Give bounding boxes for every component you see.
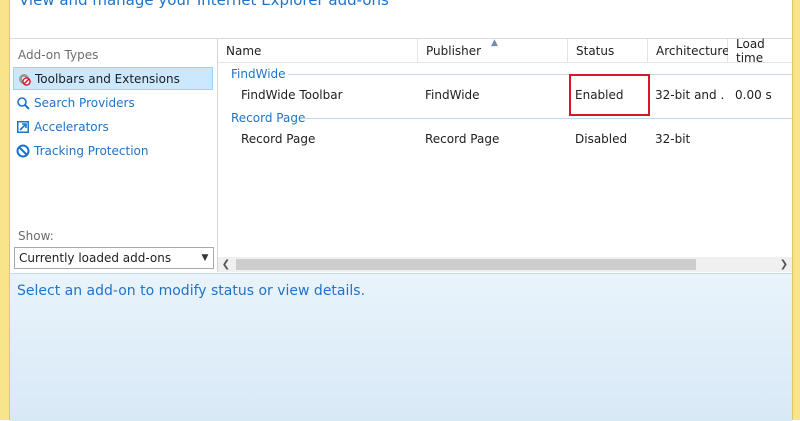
- column-header-label: Name: [226, 43, 262, 58]
- sidebar-item-label: Accelerators: [34, 119, 109, 134]
- addon-types-pane: Add-on Types Toolbars and Extensions Sea: [10, 39, 218, 272]
- sidebar-item-toolbars-and-extensions[interactable]: Toolbars and Extensions: [13, 67, 213, 90]
- table-row[interactable]: Record Page Record Page Disabled 32-bit: [218, 126, 792, 152]
- column-header-name[interactable]: Name: [218, 39, 418, 63]
- addon-types-heading: Add-on Types: [18, 48, 99, 62]
- column-header-label: Load time: [736, 36, 765, 65]
- addon-list: Name Publisher ▲ Status Architecture Loa…: [218, 36, 792, 272]
- group-label: FindWide: [231, 67, 286, 81]
- magnifier-icon: [16, 96, 30, 110]
- column-header-status[interactable]: Status: [568, 39, 648, 63]
- cell-load-time: 0.00 s: [735, 88, 772, 102]
- sidebar-item-label: Search Providers: [34, 95, 135, 110]
- details-pane: Select an add-on to modify status or vie…: [10, 273, 792, 421]
- sort-ascending-icon: ▲: [491, 38, 498, 48]
- sidebar-item-tracking-protection[interactable]: Tracking Protection: [13, 139, 213, 162]
- show-filter-select[interactable]: Currently loaded add-ons ▼: [14, 247, 214, 269]
- group-divider: [302, 118, 792, 119]
- scrollbar-thumb[interactable]: [236, 259, 696, 270]
- show-filter-value: Currently loaded add-ons: [19, 251, 172, 265]
- cell-status: Disabled: [575, 132, 628, 146]
- header: View and manage your Internet Explorer a…: [10, 0, 792, 39]
- sidebar-item-accelerators[interactable]: Accelerators: [13, 115, 213, 138]
- tracking-protection-icon: [16, 144, 30, 158]
- chevron-down-icon: ▼: [201, 253, 209, 263]
- details-message: Select an add-on to modify status or vie…: [17, 283, 366, 299]
- cell-architecture: 32-bit: [655, 132, 691, 146]
- cell-name: FindWide Toolbar: [241, 88, 343, 102]
- window-frame-left: [0, 0, 10, 420]
- column-header-label: Status: [576, 43, 615, 58]
- cell-load-time: [735, 126, 790, 152]
- table-row[interactable]: FindWide Toolbar FindWide Enabled 32-bit…: [218, 82, 792, 108]
- horizontal-scrollbar[interactable]: ❮ ❯: [218, 257, 792, 272]
- cell-publisher: Record Page: [425, 132, 500, 146]
- group-divider: [288, 74, 792, 75]
- sidebar-item-label: Toolbars and Extensions: [35, 71, 180, 86]
- sidebar-item-label: Tracking Protection: [34, 143, 149, 158]
- column-header-label: Architecture: [656, 43, 730, 58]
- group-label: Record Page: [231, 111, 306, 125]
- header-title: View and manage your Internet Explorer a…: [19, 0, 389, 9]
- window-frame-right: [792, 0, 800, 420]
- addon-types-list: Toolbars and Extensions Search Providers: [13, 67, 213, 163]
- sidebar-item-search-providers[interactable]: Search Providers: [13, 91, 213, 114]
- cell-architecture: 32-bit and ...: [655, 88, 725, 102]
- gear-blocked-icon: [17, 72, 31, 86]
- column-header-load-time[interactable]: Load time: [728, 36, 792, 65]
- column-header-label: Publisher: [426, 43, 482, 58]
- scroll-right-arrow-icon[interactable]: ❯: [776, 257, 792, 272]
- accelerator-icon: [16, 120, 30, 134]
- show-label: Show:: [18, 229, 54, 243]
- scroll-left-arrow-icon[interactable]: ❮: [218, 257, 234, 272]
- column-header-architecture[interactable]: Architecture: [648, 39, 730, 63]
- cell-name: Record Page: [241, 132, 316, 146]
- cell-publisher: FindWide: [425, 88, 480, 102]
